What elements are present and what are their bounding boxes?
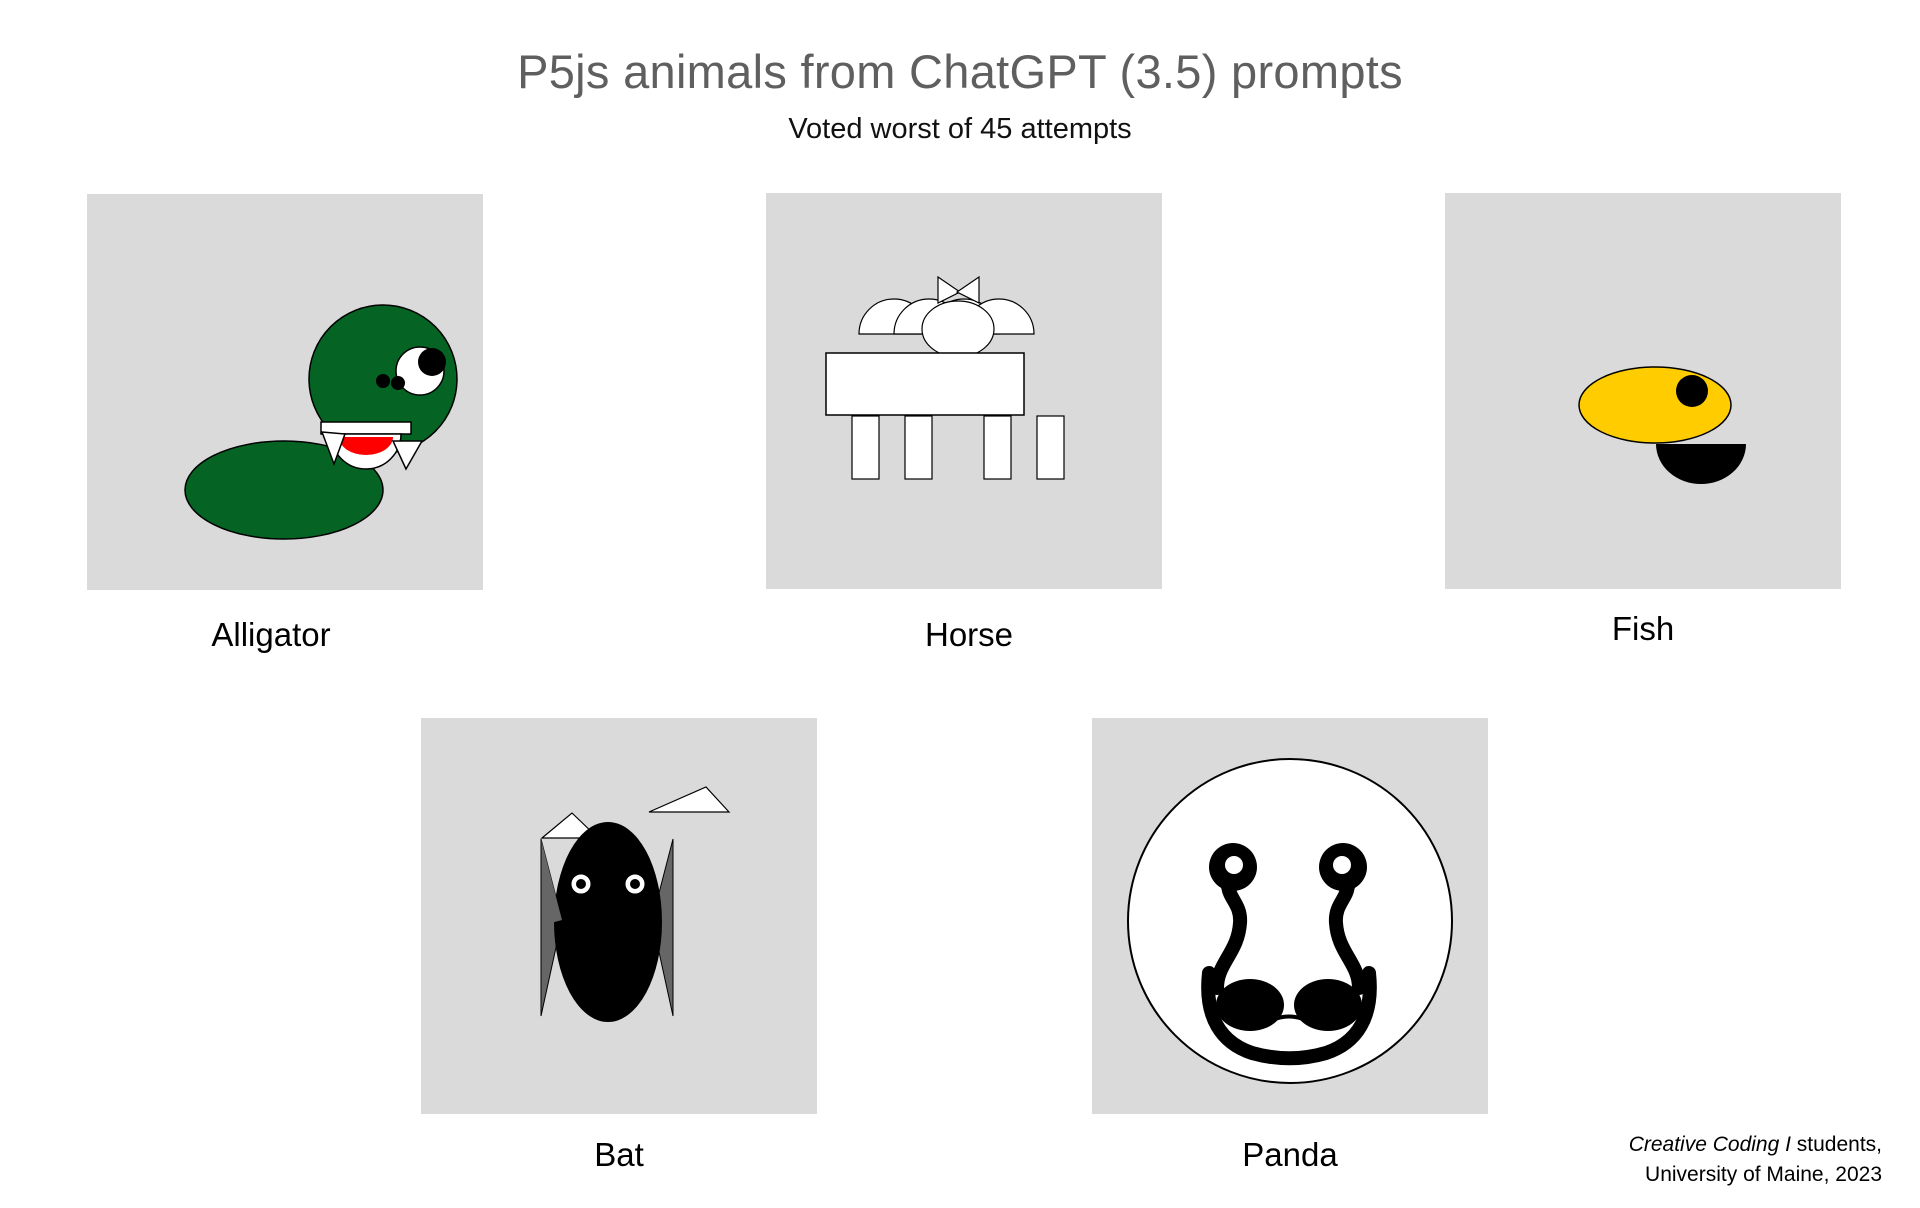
- bat-caption: Bat: [594, 1136, 644, 1173]
- page-subtitle: Voted worst of 45 attempts: [788, 113, 1132, 145]
- panda-drawing-icon: [1127, 758, 1453, 1084]
- bat-panel: [421, 718, 817, 1114]
- fish-panel: [1445, 193, 1841, 589]
- fish-drawing-icon: [1578, 366, 1746, 484]
- horse-panel: [766, 193, 1162, 589]
- page-title: P5js animals from ChatGPT (3.5) prompts: [517, 45, 1403, 98]
- bat-drawing-icon: [540, 786, 731, 1022]
- panda-panel: [1092, 718, 1488, 1114]
- alligator-caption: Alligator: [211, 616, 331, 653]
- credit-line-1: Creative Coding I students,: [1629, 1130, 1882, 1160]
- course-name: Creative Coding I: [1628, 1133, 1791, 1156]
- horse-drawing-icon: [825, 275, 1065, 480]
- alligator-drawing-icon: [184, 304, 458, 540]
- horse-caption: Horse: [924, 616, 1014, 653]
- fish-caption: Fish: [1611, 610, 1675, 647]
- credit-students: students,: [1790, 1133, 1882, 1156]
- alligator-panel: [87, 194, 483, 590]
- panda-caption: Panda: [1242, 1136, 1338, 1173]
- credit-line-2: University of Maine, 2023: [1645, 1163, 1882, 1186]
- credit-block: Creative Coding I students, University o…: [1629, 1130, 1882, 1190]
